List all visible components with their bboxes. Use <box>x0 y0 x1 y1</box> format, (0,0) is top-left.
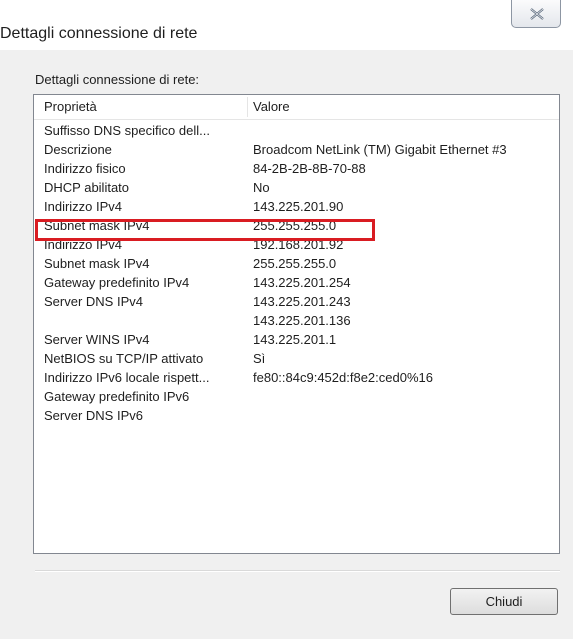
value-cell: Sì <box>253 351 266 366</box>
list-item[interactable]: Indirizzo fisico 84-2B-2B-8B-70-88 <box>34 159 559 178</box>
list-item[interactable]: Indirizzo IPv6 locale rispett... fe80::84… <box>34 368 559 387</box>
property-cell: Indirizzo fisico <box>44 161 126 176</box>
list-item[interactable]: Descrizione Broadcom NetLink (TM) Gigabit… <box>34 140 559 159</box>
property-cell: Gateway predefinito IPv6 <box>44 389 190 404</box>
list-item[interactable]: 143.225.201.136 <box>34 311 559 330</box>
list-item[interactable]: Gateway predefinito IPv4 143.225.201.254 <box>34 273 559 292</box>
list-item[interactable]: Server DNS IPv4 143.225.201.243 <box>34 292 559 311</box>
value-cell: 143.225.201.254 <box>253 275 351 290</box>
property-cell: Server DNS IPv6 <box>44 408 143 423</box>
list-item[interactable]: Server WINS IPv4 143.225.201.1 <box>34 330 559 349</box>
window-title: Dettagli connessione di rete <box>0 25 198 42</box>
property-cell: Indirizzo IPv6 locale rispett... <box>44 370 210 385</box>
property-cell: Subnet mask IPv4 <box>44 256 150 271</box>
value-cell: 143.225.201.243 <box>253 294 351 309</box>
value-cell: 255.255.255.0 <box>253 256 337 271</box>
value-cell: No <box>253 180 270 195</box>
close-x-icon <box>530 8 544 20</box>
title-bar: Dettagli connessione di rete <box>0 0 573 50</box>
value-cell: fe80::84c9:452d:f8e2:ced0%16 <box>253 370 433 385</box>
property-cell: Indirizzo IPv4 <box>44 199 123 214</box>
list-header: Proprietà Valore <box>34 95 559 120</box>
property-cell: Gateway predefinito IPv4 <box>44 275 190 290</box>
property-cell: NetBIOS su TCP/IP attivato <box>44 351 204 366</box>
property-cell: DHCP abilitato <box>44 180 130 195</box>
network-connection-details-dialog: Dettagli connessione di rete Dettagli co… <box>0 0 573 639</box>
divider <box>35 570 560 572</box>
details-label: Dettagli connessione di rete: <box>35 72 200 87</box>
value-cell: 192.168.201.92 <box>253 237 344 252</box>
value-cell: 84-2B-2B-8B-70-88 <box>253 161 366 176</box>
property-cell: Descrizione <box>44 142 112 157</box>
close-window-button[interactable] <box>511 0 561 28</box>
list-item[interactable]: Subnet mask IPv4 255.255.255.0 <box>34 216 559 235</box>
column-divider[interactable] <box>247 97 248 117</box>
value-cell: 143.225.201.1 <box>253 332 337 347</box>
list-item[interactable]: Server DNS IPv6 <box>34 406 559 425</box>
value-cell: Broadcom NetLink (TM) Gigabit Ethernet #… <box>253 142 507 157</box>
property-cell: Server DNS IPv4 <box>44 294 143 309</box>
list-item[interactable]: DHCP abilitato No <box>34 178 559 197</box>
list-item[interactable]: Subnet mask IPv4 255.255.255.0 <box>34 254 559 273</box>
list-item[interactable]: Suffisso DNS specifico dell... <box>34 121 559 140</box>
column-header-property[interactable]: Proprietà <box>44 95 249 119</box>
list-item[interactable]: Indirizzo IPv4 192.168.201.92 <box>34 235 559 254</box>
property-cell: Subnet mask IPv4 <box>44 218 150 233</box>
list-rows: Suffisso DNS specifico dell... Descrizion… <box>34 121 559 425</box>
details-list[interactable]: Proprietà Valore Suffisso DNS specifico … <box>33 94 560 554</box>
value-cell: 143.225.201.136 <box>253 313 351 328</box>
close-button[interactable]: Chiudi <box>450 588 558 615</box>
column-header-value[interactable]: Valore <box>253 95 553 119</box>
list-item[interactable]: Gateway predefinito IPv6 <box>34 387 559 406</box>
property-cell: Suffisso DNS specifico dell... <box>44 123 210 138</box>
property-cell: Indirizzo IPv4 <box>44 237 123 252</box>
list-item[interactable]: NetBIOS su TCP/IP attivato Sì <box>34 349 559 368</box>
property-cell: Server WINS IPv4 <box>44 332 150 347</box>
list-item[interactable]: Indirizzo IPv4 143.225.201.90 <box>34 197 559 216</box>
value-cell: 255.255.255.0 <box>253 218 337 233</box>
value-cell: 143.225.201.90 <box>253 199 344 214</box>
